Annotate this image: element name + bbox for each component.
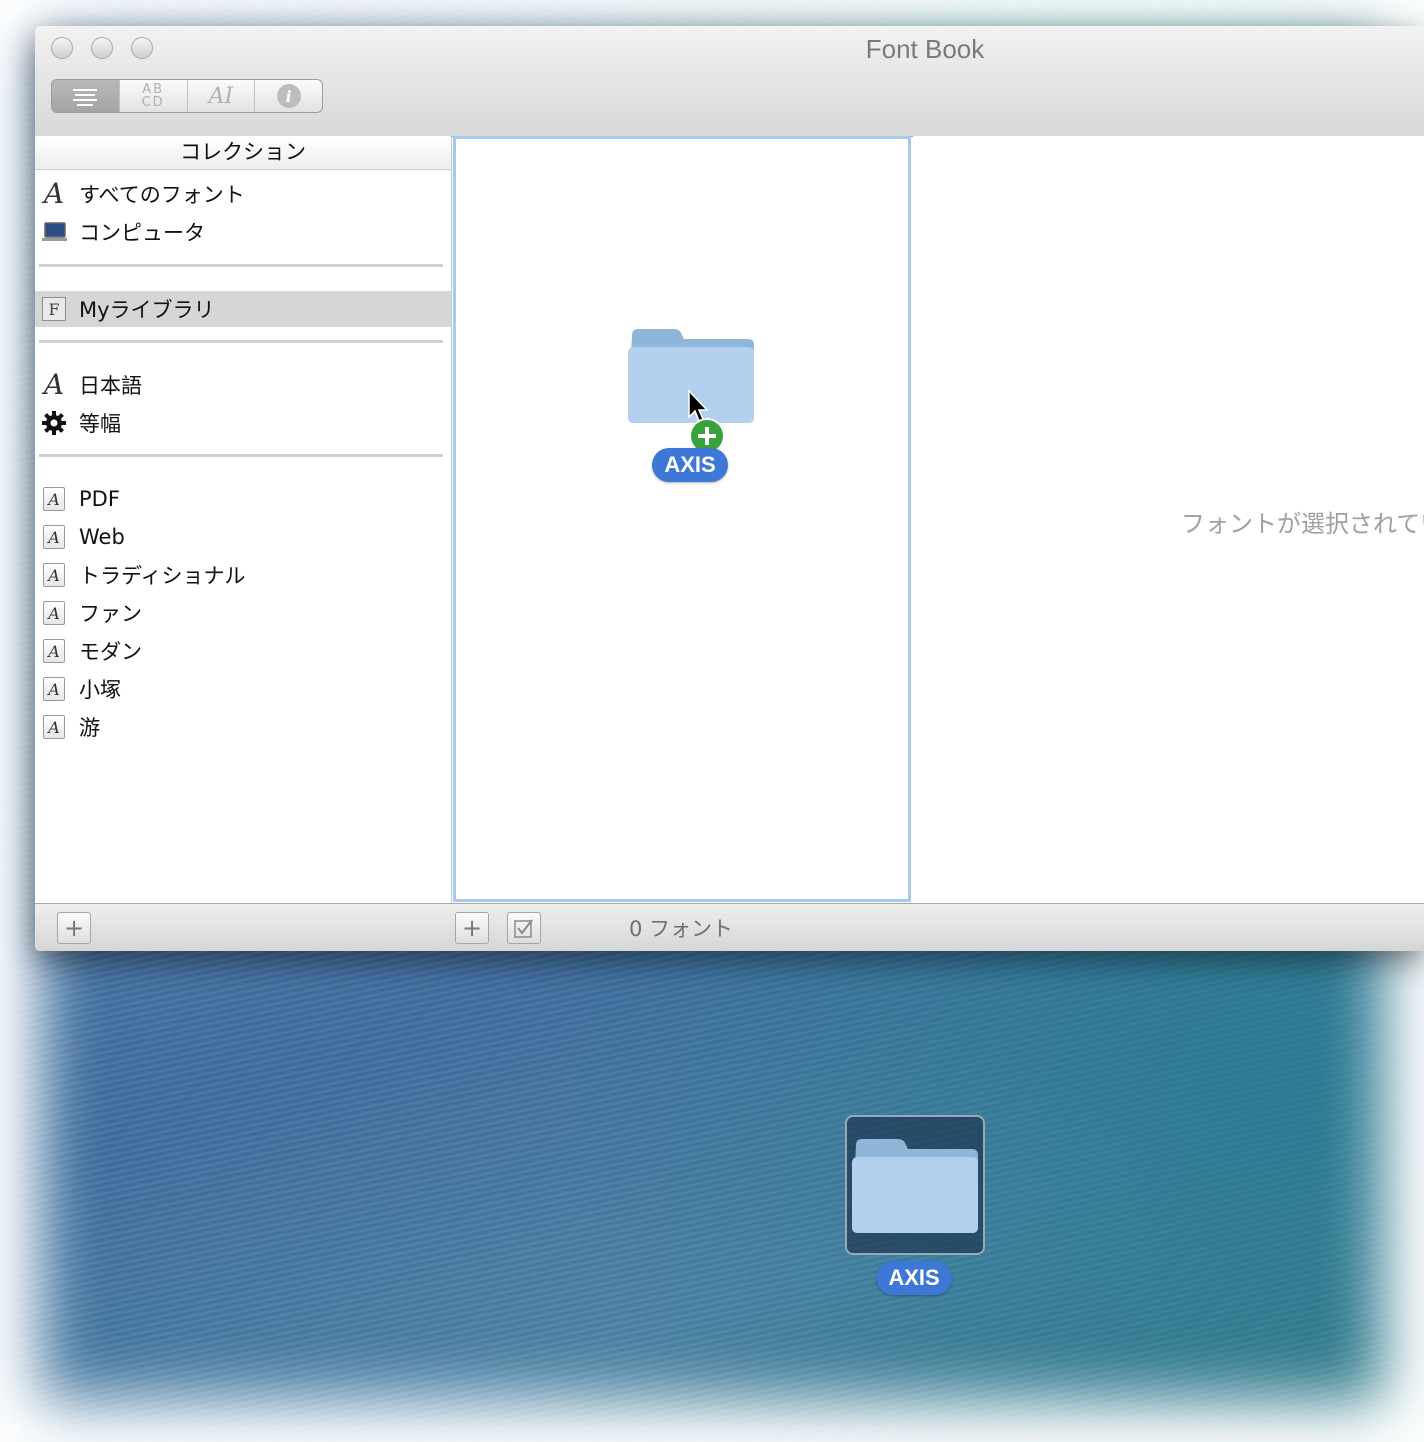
custom-view-button[interactable]: AI xyxy=(188,80,256,112)
custom-ai-icon: AI xyxy=(208,83,234,109)
sidebar-item-label: 等幅 xyxy=(79,412,121,436)
checkbox-check-icon xyxy=(514,919,533,938)
titlebar: Font Book AB CD AI i xyxy=(35,26,1424,137)
dragged-folder-label: AXIS xyxy=(652,448,728,482)
sidebar-item-label: Web xyxy=(79,525,125,549)
info-view-button[interactable]: i xyxy=(255,80,322,112)
minimize-button[interactable] xyxy=(91,37,113,59)
sample-abcd-icon: AB CD xyxy=(141,82,165,110)
font-count: 0 フォント xyxy=(629,917,734,941)
desktop-folder-icon[interactable] xyxy=(850,1135,980,1235)
plus-icon: + xyxy=(461,914,483,942)
sidebar-item-modern[interactable]: A モダン xyxy=(35,633,451,669)
collection-doc-icon: A xyxy=(41,524,67,550)
list-view-button[interactable] xyxy=(52,80,120,112)
preview-pane: フォントが選択されていません xyxy=(913,136,1424,903)
sidebar-item-label: 小塚 xyxy=(79,678,121,702)
collection-doc-icon: A xyxy=(41,676,67,702)
sidebar-item-traditional[interactable]: A トラディショナル xyxy=(35,557,451,593)
plus-icon: + xyxy=(63,914,85,942)
validate-font-button[interactable] xyxy=(507,912,541,944)
sidebar-item-all-fonts[interactable]: A すべてのフォント xyxy=(35,176,451,212)
add-font-button[interactable]: + xyxy=(455,912,489,944)
collection-doc-icon: A xyxy=(41,638,67,664)
gear-icon xyxy=(41,410,67,436)
sidebar-item-pdf[interactable]: A PDF xyxy=(35,481,451,517)
sidebar-item-monospace[interactable]: 等幅 xyxy=(35,405,451,441)
font-book-window: Font Book AB CD AI i コレクション A すべてのフォント コ… xyxy=(35,26,1424,951)
sidebar-item-fun[interactable]: A ファン xyxy=(35,595,451,631)
sidebar-item-label: 日本語 xyxy=(79,374,142,398)
script-a-icon: A xyxy=(43,368,65,401)
add-collection-button[interactable]: + xyxy=(57,912,91,944)
collection-doc-icon: A xyxy=(41,562,67,588)
sidebar-item-japanese[interactable]: A 日本語 xyxy=(35,367,451,403)
close-button[interactable] xyxy=(51,37,73,59)
sample-view-button[interactable]: AB CD xyxy=(120,80,188,112)
sidebar-item-label: すべてのフォント xyxy=(79,183,245,207)
sidebar-separator xyxy=(39,340,443,343)
collection-doc-icon: A xyxy=(41,714,67,740)
library-f-icon: F xyxy=(41,296,67,322)
sidebar-item-yu[interactable]: A 游 xyxy=(35,709,451,745)
sidebar-item-my-library[interactable]: F Myライブラリ xyxy=(35,291,451,327)
info-icon: i xyxy=(276,84,301,108)
collections-sidebar: コレクション A すべてのフォント コンピュータ F Myライブラリ A 日本語 xyxy=(35,136,452,903)
script-a-icon: A xyxy=(43,177,65,210)
sidebar-separator xyxy=(39,264,443,267)
window-title: Font Book xyxy=(865,34,985,64)
sidebar-item-web[interactable]: A Web xyxy=(35,519,451,555)
sidebar-item-label: Myライブラリ xyxy=(79,298,215,322)
list-lines-icon xyxy=(73,89,98,106)
sidebar-item-label: モダン xyxy=(79,640,142,664)
sidebar-separator xyxy=(39,454,443,457)
laptop-icon xyxy=(41,219,67,245)
sidebar-item-label: コンピュータ xyxy=(79,221,205,245)
collections-header[interactable]: コレクション xyxy=(35,136,451,170)
font-list-pane[interactable]: AXIS xyxy=(453,136,911,902)
sidebar-item-label: 游 xyxy=(79,716,100,740)
view-segmented-control[interactable]: AB CD AI i xyxy=(51,79,323,113)
sidebar-item-computer[interactable]: コンピュータ xyxy=(35,214,451,250)
sidebar-item-label: ファン xyxy=(79,602,142,626)
no-font-selected-text: フォントが選択されていません xyxy=(1181,510,1424,538)
sidebar-item-kozuka[interactable]: A 小塚 xyxy=(35,671,451,707)
collection-doc-icon: A xyxy=(41,600,67,626)
sidebar-item-label: トラディショナル xyxy=(79,564,246,588)
sidebar-item-label: PDF xyxy=(79,487,120,511)
collection-doc-icon: A xyxy=(41,486,67,512)
desktop-folder-label[interactable]: AXIS xyxy=(876,1261,952,1295)
bottom-bar: + + 0 フォント xyxy=(35,903,1424,951)
zoom-button[interactable] xyxy=(131,37,153,59)
